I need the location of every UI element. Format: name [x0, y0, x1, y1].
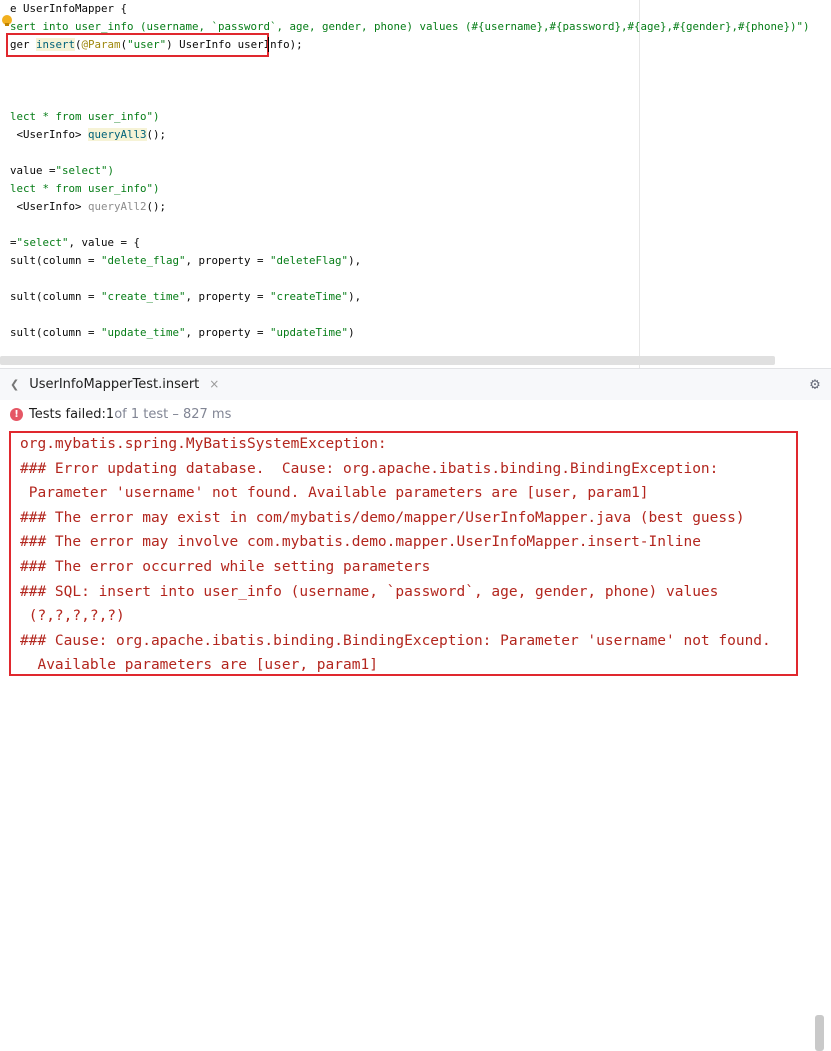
- code-token: sult(column =: [10, 326, 102, 339]
- code-token: , property =: [185, 254, 271, 267]
- code-token: ),: [348, 290, 362, 303]
- code-line[interactable]: value ="select"): [10, 162, 114, 180]
- highlight-box-exception: [9, 431, 798, 676]
- chevron-left-icon[interactable]: ❮: [10, 369, 19, 400]
- code-token: sert into user_info (username, `password…: [10, 20, 810, 33]
- code-token: lect * from user_info"): [10, 182, 160, 195]
- code-token: "delete_flag": [101, 254, 186, 267]
- code-line[interactable]: ="select", value = {: [10, 234, 140, 252]
- code-line[interactable]: e UserInfoMapper {: [10, 0, 127, 18]
- code-token: , value = {: [68, 236, 141, 249]
- code-token: "updateTime": [270, 326, 349, 339]
- code-line[interactable]: lect * from user_info"): [10, 108, 160, 126]
- code-token: "deleteFlag": [270, 254, 349, 267]
- lightbulb-icon[interactable]: [2, 15, 12, 26]
- code-token: queryAll2: [88, 200, 147, 213]
- code-token: "select": [16, 236, 69, 249]
- code-token: "createTime": [270, 290, 349, 303]
- code-token: "update_time": [101, 326, 186, 339]
- code-line[interactable]: <UserInfo> queryAll3();: [10, 126, 166, 144]
- code-token: "create_time": [101, 290, 186, 303]
- error-icon: !: [10, 407, 23, 421]
- code-token: value =: [10, 164, 56, 177]
- code-editor[interactable]: e UserInfoMapper { sert into user_info (u…: [0, 0, 831, 368]
- code-token: ();: [146, 200, 167, 213]
- highlight-box-insert-method: [6, 33, 269, 57]
- vertical-scrollbar[interactable]: [815, 1015, 824, 1051]
- code-token: sult(column =: [10, 290, 102, 303]
- code-token: sult(column =: [10, 254, 102, 267]
- code-token: UserInfoMapper {: [23, 2, 128, 15]
- code-token: lect * from user_info"): [10, 110, 160, 123]
- tab-run-configuration[interactable]: ❮ UserInfoMapperTest.insert ×: [4, 369, 219, 400]
- code-line[interactable]: sult(column = "update_time", property = …: [10, 324, 355, 342]
- code-line[interactable]: sult(column = "delete_flag", property = …: [10, 252, 361, 270]
- test-status-bar: ! Tests failed: 1 of 1 test – 827 ms: [0, 400, 831, 428]
- code-token: queryAll3: [88, 128, 147, 141]
- code-token: ();: [146, 128, 167, 141]
- run-tool-window-tabbar: ❮ UserInfoMapperTest.insert × ⚙: [0, 368, 831, 401]
- text-caret: [268, 37, 269, 52]
- code-line[interactable]: lect * from user_info"): [10, 180, 160, 198]
- code-token: ),: [348, 254, 362, 267]
- close-icon[interactable]: ×: [209, 369, 219, 400]
- code-token: );: [289, 38, 303, 51]
- code-token: e: [10, 2, 24, 15]
- gear-icon[interactable]: ⚙: [807, 376, 823, 392]
- code-token: <UserInfo>: [10, 200, 89, 213]
- code-token: , property =: [185, 290, 271, 303]
- code-token: "select"): [55, 164, 115, 177]
- horizontal-scrollbar[interactable]: [0, 356, 775, 365]
- right-margin-guide: [639, 0, 640, 368]
- tab-label[interactable]: UserInfoMapperTest.insert: [29, 369, 199, 400]
- tests-failed-label: Tests failed:: [29, 406, 106, 422]
- tests-total-duration: of 1 test – 827 ms: [114, 406, 232, 422]
- code-token: , property =: [185, 326, 271, 339]
- code-line[interactable]: <UserInfo> queryAll2();: [10, 198, 167, 216]
- code-token: <UserInfo>: [10, 128, 89, 141]
- code-line[interactable]: sult(column = "create_time", property = …: [10, 288, 361, 306]
- code-token: ): [348, 326, 355, 339]
- tests-failed-count: 1: [105, 406, 115, 422]
